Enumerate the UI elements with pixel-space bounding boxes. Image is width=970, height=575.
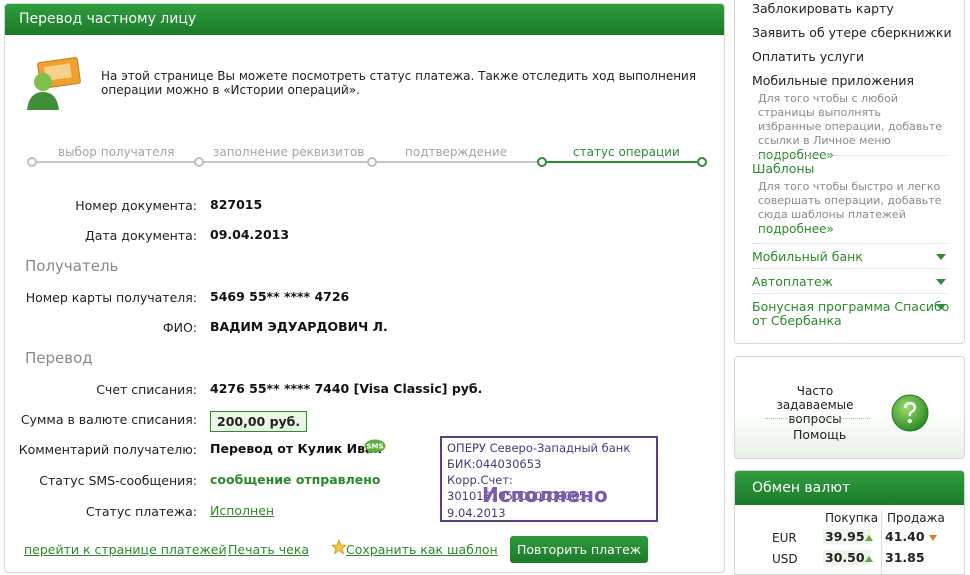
repeat-payment-button[interactable]: Повторить платеж: [510, 536, 648, 563]
sms-status-label: Статус SMS-сообщения:: [39, 473, 197, 488]
transfer-section-title: Перевод: [25, 349, 93, 367]
bank-stamp: ОПЕРУ Северо-Западный банк БИК:044030653…: [440, 436, 658, 522]
card-number: 5469 55** **** 4726: [210, 289, 350, 304]
column-divider: [881, 511, 882, 574]
document-number-label: Номер документа:: [75, 198, 197, 213]
main-panel: Перевод частному лицу На этой странице В…: [4, 3, 725, 573]
autopay-link[interactable]: Автоплатеж: [752, 274, 833, 289]
chevron-down-icon[interactable]: [936, 304, 946, 310]
steps-line-active: [541, 161, 701, 163]
step-dot: [194, 157, 204, 167]
help-link[interactable]: Помощь: [793, 427, 846, 442]
print-receipt-link[interactable]: Печать чека: [228, 542, 309, 557]
templates-desc-text: Для того чтобы быстро и легко совершать …: [758, 180, 942, 221]
document-number: 827015: [210, 197, 263, 212]
faq-panel: Часто задаваемые вопросы Помощь: [734, 356, 965, 459]
divider: [752, 243, 948, 245]
progress-steps: выбор получателя заполнение реквизитов п…: [27, 140, 707, 170]
arrow-up-icon: [865, 535, 873, 541]
pay-services-link[interactable]: Оплатить услуги: [752, 49, 864, 64]
stamp-bank-name: ОПЕРУ Северо-Западный банк: [447, 441, 631, 455]
step-dot-end: [697, 157, 707, 167]
buy-rate: 30.50: [823, 550, 871, 565]
bonus-program-link[interactable]: Бонусная программа Спасибо: [752, 299, 949, 314]
mobile-apps-description: Для того чтобы с любой страницы выполнят…: [758, 92, 943, 163]
payment-status-link[interactable]: Исполнен: [210, 503, 274, 518]
stamp-bik: БИК:044030653: [447, 457, 542, 471]
account-label: Счет списания:: [96, 382, 197, 397]
chevron-down-icon[interactable]: [936, 279, 946, 285]
step-label: подтверждение: [405, 145, 508, 159]
sell-rate: 41.40: [885, 529, 925, 544]
templates-more-link[interactable]: подробнее»: [758, 222, 834, 236]
star-icon[interactable]: [331, 539, 347, 555]
step-dot: [367, 157, 377, 167]
buy-header: Покупка: [825, 511, 879, 525]
steps-line: [31, 161, 539, 163]
step-label: выбор получателя: [58, 145, 175, 159]
stamp-status: Исполнено: [482, 483, 608, 507]
sidebar-menu: Заблокировать карту Заявить об утере сбе…: [734, 0, 965, 344]
amount-label: Сумма в валюте списания:: [20, 412, 197, 427]
step-dot-active: [537, 157, 547, 167]
intro-text: На этой странице Вы можете посмотреть ст…: [101, 69, 697, 97]
block-card-link[interactable]: Заблокировать карту: [752, 1, 894, 16]
question-icon[interactable]: [890, 393, 930, 433]
sell-header: Продажа: [887, 511, 945, 525]
payment-status-label: Статус платежа:: [85, 504, 197, 519]
sms-badge-text: SMS: [366, 443, 383, 451]
card-number-label: Номер карты получателя:: [25, 290, 197, 305]
chevron-down-icon[interactable]: [936, 254, 946, 260]
faq-title[interactable]: Часто задаваемые вопросы: [757, 384, 873, 426]
recipient-section-title: Получатель: [25, 257, 119, 275]
divider: [752, 155, 948, 157]
currency-code: EUR: [772, 531, 797, 545]
mobile-apps-desc-text: Для того чтобы с любой страницы выполнят…: [758, 92, 943, 147]
stamp-date: 9.04.2013: [447, 506, 506, 520]
templates-description: Для того чтобы быстро и легко совершать …: [758, 180, 943, 237]
step-dot: [27, 157, 37, 167]
divider: [752, 268, 948, 270]
arrow-down-icon: [929, 535, 937, 541]
sms-status: сообщение отправлено: [210, 472, 381, 487]
payments-page-link[interactable]: перейти к странице платежей: [24, 542, 227, 557]
lost-book-link[interactable]: Заявить об утере сберкнижки: [752, 25, 952, 40]
step-label-active: статус операции: [573, 145, 680, 159]
sell-rate: 31.85: [885, 550, 925, 565]
exchange-title: Обмен валют: [735, 471, 964, 505]
amount-value: 200,00 руб.: [210, 411, 308, 432]
buy-rate: 39.95: [823, 529, 871, 544]
save-template-link[interactable]: Сохранить как шаблон: [346, 542, 498, 557]
bonus-program-link-line2[interactable]: от Сбербанка: [752, 313, 842, 328]
sms-icon: SMS: [364, 439, 386, 454]
divider: [752, 293, 948, 295]
divider: [766, 418, 870, 419]
money-transfer-icon: [27, 57, 81, 110]
currency-exchange-panel: Обмен валют Покупка Продажа EUR 39.95 41…: [734, 470, 965, 575]
document-date-label: Дата документа:: [84, 228, 197, 243]
debit-account: 4276 55** **** 7440 [Visa Classic] руб.: [210, 381, 483, 396]
page-title: Перевод частному лицу: [5, 4, 724, 35]
currency-code: USD: [772, 552, 798, 566]
arrow-up-icon: [865, 556, 873, 562]
recipient-name: ВАДИМ ЭДУАРДОВИЧ Л.: [210, 319, 388, 334]
comment-label: Комментарий получателю:: [18, 442, 197, 457]
fio-label: ФИО:: [162, 320, 197, 335]
step-label: заполнение реквизитов: [213, 145, 365, 159]
comment-value: Перевод от Кулик Иван: [210, 441, 383, 456]
mobile-bank-link[interactable]: Мобильный банк: [752, 249, 863, 264]
document-date: 09.04.2013: [210, 227, 290, 242]
mobile-apps-link[interactable]: Мобильные приложения: [752, 73, 914, 88]
templates-link[interactable]: Шаблоны: [752, 161, 814, 176]
